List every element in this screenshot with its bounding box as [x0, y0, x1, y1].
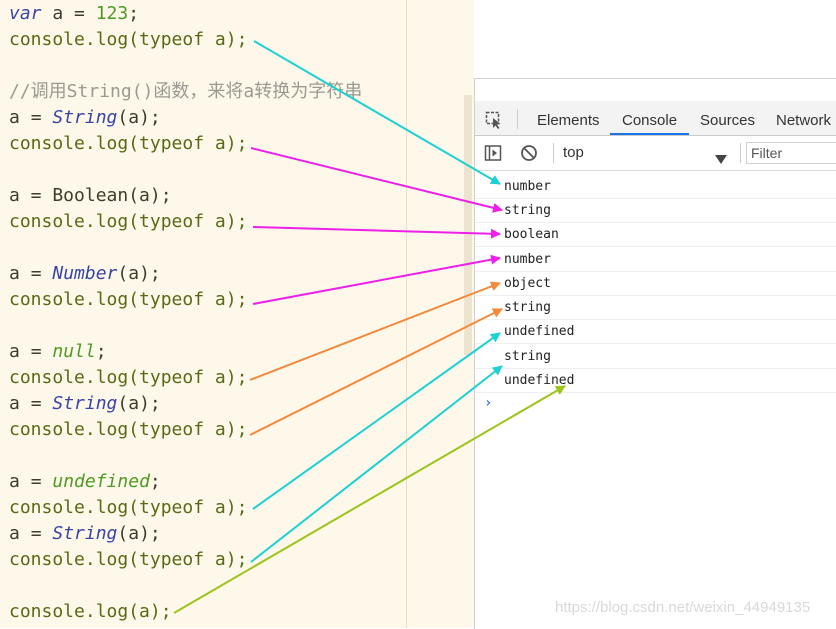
- operator: =: [30, 471, 53, 492]
- sidebar-icon[interactable]: [484, 144, 502, 162]
- editor-scrollbar[interactable]: [464, 95, 472, 355]
- tab-separator: [517, 109, 518, 129]
- toolbar-separator: [553, 143, 554, 163]
- console-log-row: number: [475, 175, 836, 199]
- class-name: String: [52, 107, 118, 128]
- console-log-row: string: [475, 345, 836, 369]
- watermark: https://blog.csdn.net/weixin_44949135: [555, 599, 811, 616]
- code-line: a = Boolean(a);: [9, 185, 172, 206]
- keyword-value: null: [52, 341, 96, 362]
- code-editor[interactable]: var a = 123; console.log(typeof a); //调用…: [0, 0, 474, 628]
- console-log-row: boolean: [475, 223, 836, 247]
- code-line: console.log(typeof a);: [9, 211, 248, 232]
- code-line: console.log(typeof a);: [9, 367, 248, 388]
- clear-icon[interactable]: [520, 144, 538, 162]
- identifier: a: [9, 471, 31, 492]
- identifier: a: [41, 3, 75, 24]
- operator: =: [30, 263, 53, 284]
- code-comment: //调用String()函数，来将a转换为字符串: [9, 81, 363, 102]
- console-log-row: number: [475, 248, 836, 272]
- prompt-chevron-icon[interactable]: ›: [484, 395, 492, 411]
- tab-network[interactable]: Network: [776, 101, 831, 135]
- code-line: a = String(a);: [9, 105, 161, 131]
- toolbar-separator: [740, 143, 741, 163]
- keyword: var: [9, 3, 42, 24]
- devtools-tabbar: Elements Console Sources Network: [475, 101, 836, 136]
- console-log-row: undefined: [475, 369, 836, 393]
- code-line: var a = 123;: [9, 1, 139, 27]
- arguments: (a);: [117, 393, 161, 414]
- code-line: console.log(typeof a);: [9, 133, 248, 154]
- code-line: a = Number(a);: [9, 261, 161, 287]
- class-name: String: [52, 523, 118, 544]
- inspect-icon[interactable]: [485, 111, 503, 129]
- keyword-value: undefined: [52, 471, 150, 492]
- identifier: a: [9, 341, 31, 362]
- operator: =: [30, 523, 53, 544]
- punctuation: ;: [95, 341, 107, 362]
- tab-console[interactable]: Console: [610, 101, 690, 135]
- code-line: console.log(typeof a);: [9, 419, 248, 440]
- operator: =: [30, 341, 53, 362]
- code-line: console.log(typeof a);: [9, 29, 248, 50]
- console-log-row: undefined: [475, 320, 836, 344]
- number-literal: 123: [84, 3, 129, 24]
- filter-input[interactable]: [746, 142, 836, 164]
- code-line: console.log(typeof a);: [9, 289, 248, 310]
- class-name: Number: [52, 263, 118, 284]
- console-log-row: string: [475, 296, 836, 320]
- editor-divider: [406, 0, 407, 628]
- class-name: String: [52, 393, 118, 414]
- arguments: (a);: [117, 263, 161, 284]
- identifier: a: [9, 393, 31, 414]
- tab-sources[interactable]: Sources: [700, 101, 755, 135]
- punctuation: ;: [128, 3, 140, 24]
- code-line: console.log(a);: [9, 601, 172, 622]
- console-log-row: object: [475, 272, 836, 296]
- operator: =: [74, 3, 85, 24]
- identifier: a: [9, 263, 31, 284]
- arguments: (a);: [117, 523, 161, 544]
- operator: =: [30, 393, 53, 414]
- code-line: a = String(a);: [9, 521, 161, 547]
- code-line: a = String(a);: [9, 391, 161, 417]
- code-line: console.log(typeof a);: [9, 549, 248, 570]
- operator: =: [30, 107, 53, 128]
- console-toolbar: top: [475, 136, 836, 171]
- context-value: top: [563, 144, 584, 161]
- context-select[interactable]: top: [563, 136, 733, 170]
- console-log-row: string: [475, 199, 836, 223]
- code-line: console.log(typeof a);: [9, 497, 248, 518]
- punctuation: ;: [149, 471, 161, 492]
- arguments: (a);: [117, 107, 161, 128]
- identifier: a: [9, 523, 31, 544]
- code-line: a = undefined;: [9, 469, 161, 495]
- identifier: a: [9, 107, 31, 128]
- code-line: a = null;: [9, 339, 107, 365]
- tab-elements[interactable]: Elements: [537, 101, 600, 135]
- devtools-panel: Elements Console Sources Network top num…: [474, 78, 836, 629]
- dropdown-arrow-icon[interactable]: [715, 149, 727, 168]
